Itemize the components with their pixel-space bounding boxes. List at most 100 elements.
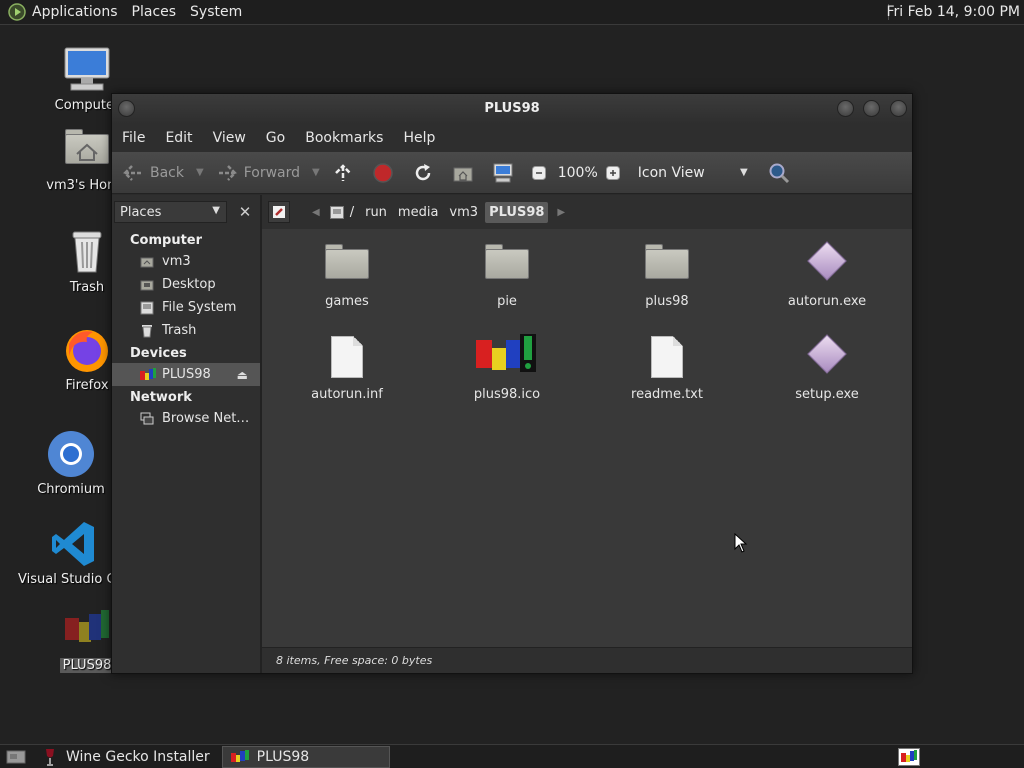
menu-view[interactable]: View xyxy=(213,130,246,146)
places-menu[interactable]: Places xyxy=(132,4,177,20)
sidebar-mode-select[interactable]: Places ▼ xyxy=(114,201,227,223)
drive-icon xyxy=(329,205,344,219)
path-vm3[interactable]: vm3 xyxy=(445,202,482,223)
path-scroll-right-icon[interactable]: ▶ xyxy=(557,207,565,218)
computer-icon xyxy=(63,46,111,94)
top-panel: Applications Places System Fri Feb 14, 9… xyxy=(0,0,1024,25)
plus98-drive-icon xyxy=(230,749,249,762)
file-manager-window: PLUS98 File Edit View Go Bookmarks Help … xyxy=(111,93,913,674)
close-sidebar-icon[interactable]: ✕ xyxy=(233,201,257,223)
chevron-down-icon: ▼ xyxy=(740,167,748,178)
vscode-icon xyxy=(50,520,98,568)
menu-edit[interactable]: Edit xyxy=(165,130,192,146)
view-mode-label: Icon View xyxy=(637,164,705,181)
window-titlebar[interactable]: PLUS98 xyxy=(112,94,912,124)
back-button[interactable]: Back ▼ xyxy=(122,164,204,182)
status-bar: 8 items, Free space: 0 bytes xyxy=(262,647,912,673)
mouse-cursor-icon xyxy=(734,533,748,553)
sidebar-mode-label: Places xyxy=(120,204,162,220)
path-run[interactable]: run xyxy=(361,202,391,223)
file-item-setup-exe[interactable]: setup.exe xyxy=(772,334,882,402)
file-item-plus98-folder[interactable]: plus98 xyxy=(612,241,722,309)
up-button[interactable] xyxy=(332,163,360,183)
reload-button[interactable] xyxy=(412,162,440,184)
path-scroll-left-icon[interactable]: ◀ xyxy=(312,207,320,218)
file-item-plus98-ico[interactable]: plus98.ico xyxy=(452,334,562,402)
sidebar-heading-devices: Devices xyxy=(130,346,187,361)
sidebar-item-plus98[interactable]: PLUS98 ⏏ xyxy=(112,363,260,386)
file-name: autorun.inf xyxy=(311,387,383,402)
sidebar-item-label: Trash xyxy=(162,323,197,338)
applications-menu[interactable]: Applications xyxy=(32,4,118,20)
menu-help[interactable]: Help xyxy=(403,130,435,146)
document-icon xyxy=(643,334,691,382)
computer-button[interactable] xyxy=(492,162,520,184)
tray-plus98-icon[interactable] xyxy=(898,748,920,766)
view-mode-select[interactable]: Icon View ▼ xyxy=(638,165,748,181)
forward-label: Forward xyxy=(243,164,301,181)
zoom-in-button[interactable] xyxy=(605,165,626,180)
menu-file[interactable]: File xyxy=(122,130,145,146)
file-name: pie xyxy=(497,294,517,309)
back-label: Back xyxy=(150,164,184,181)
executable-icon xyxy=(803,241,851,289)
search-button[interactable] xyxy=(768,162,796,184)
file-item-autorun-exe[interactable]: autorun.exe xyxy=(772,241,882,309)
sidebar-item-desktop[interactable]: Desktop xyxy=(112,273,260,296)
sidebar-item-trash[interactable]: Trash xyxy=(112,319,260,342)
forward-history-dropdown-icon[interactable]: ▼ xyxy=(312,167,320,178)
distro-logo-icon[interactable] xyxy=(8,3,26,21)
home-button[interactable] xyxy=(452,163,480,183)
minimize-button[interactable] xyxy=(837,100,854,117)
bottom-panel: Wine Gecko Installer PLUS98 xyxy=(0,744,1024,768)
firefox-icon xyxy=(63,326,111,374)
network-icon xyxy=(140,412,154,426)
path-root-label: / xyxy=(349,204,355,220)
path-root[interactable]: / xyxy=(326,202,358,223)
stop-button[interactable] xyxy=(372,162,400,184)
file-name: games xyxy=(325,294,369,309)
forward-button[interactable]: Forward ▼ xyxy=(216,164,320,182)
zoom-out-button[interactable] xyxy=(531,165,552,180)
panes: Places ▼ ✕ Computer vm3 Desktop File Sys… xyxy=(112,195,912,673)
sidebar-item-browse-network[interactable]: Browse Net… xyxy=(112,407,260,430)
eject-icon[interactable]: ⏏ xyxy=(237,368,248,382)
forward-arrow-icon xyxy=(217,164,237,181)
search-icon xyxy=(769,163,789,183)
desktop-icon-chromium[interactable]: Chromium xyxy=(16,430,126,497)
taskbar-item-label: PLUS98 xyxy=(256,748,310,765)
file-item-games[interactable]: games xyxy=(292,241,402,309)
menu-bookmarks[interactable]: Bookmarks xyxy=(305,130,383,146)
taskbar-item-plus98[interactable]: PLUS98 xyxy=(221,745,390,768)
desktop-folder-icon xyxy=(140,278,154,292)
path-plus98[interactable]: PLUS98 xyxy=(485,201,549,223)
close-button[interactable] xyxy=(890,100,907,117)
system-menu[interactable]: System xyxy=(190,4,242,20)
document-icon xyxy=(323,334,371,382)
clock[interactable]: Fri Feb 14, 9:00 PM xyxy=(887,4,1021,20)
drive-icon xyxy=(140,301,154,315)
sidebar-heading-computer: Computer xyxy=(130,233,203,248)
desktop-icon-label: Chromium xyxy=(37,482,105,497)
path-media[interactable]: media xyxy=(394,202,443,223)
sidebar-item-file-system[interactable]: File System xyxy=(112,296,260,319)
maximize-button[interactable] xyxy=(863,100,880,117)
taskbar-item-wine-gecko[interactable]: Wine Gecko Installer xyxy=(36,746,218,768)
menu-go[interactable]: Go xyxy=(266,130,285,146)
sidebar-item-vm3[interactable]: vm3 xyxy=(112,250,260,273)
up-arrow-icon xyxy=(334,163,351,181)
back-history-dropdown-icon[interactable]: ▼ xyxy=(196,167,204,178)
file-name: plus98.ico xyxy=(473,387,541,402)
computer-icon xyxy=(493,163,513,182)
file-name: plus98 xyxy=(645,294,689,309)
file-item-autorun-inf[interactable]: autorun.inf xyxy=(292,334,402,402)
sidebar-item-label: PLUS98 xyxy=(162,367,211,382)
pencil-icon xyxy=(273,206,285,218)
location-edit-button[interactable] xyxy=(268,201,290,223)
sidebar-heading-network: Network xyxy=(130,390,192,405)
file-view[interactable]: ◀ / run media vm3 PLUS98 ▶ games pie plu… xyxy=(262,195,912,673)
file-item-pie[interactable]: pie xyxy=(452,241,562,309)
show-desktop-button[interactable] xyxy=(0,746,32,768)
file-item-readme-txt[interactable]: readme.txt xyxy=(612,334,722,402)
trash-icon xyxy=(63,228,111,276)
